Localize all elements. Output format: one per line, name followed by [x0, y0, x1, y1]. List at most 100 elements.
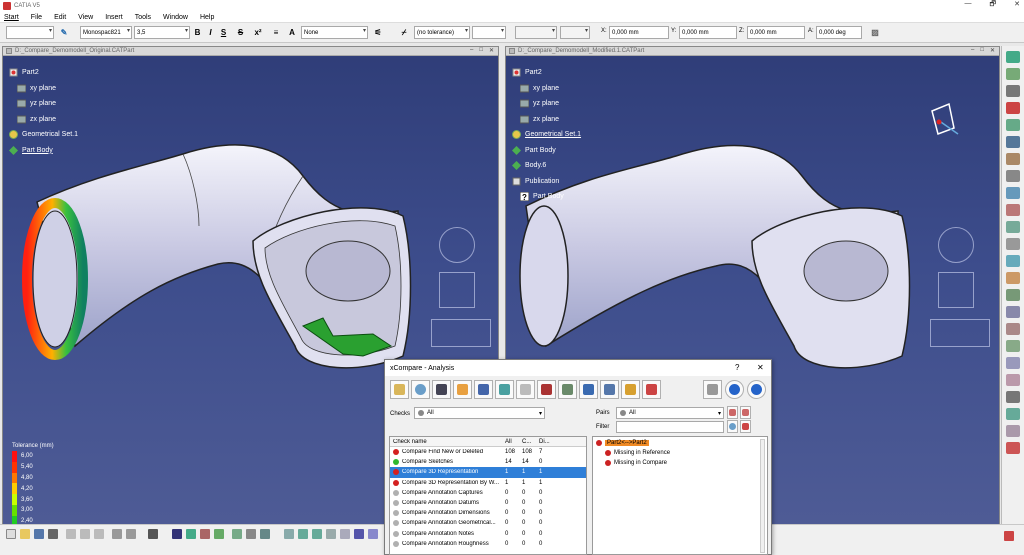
- fit-all-icon[interactable]: [246, 529, 256, 539]
- redo-icon[interactable]: [126, 529, 136, 539]
- dimension-properties-icon[interactable]: ⌿: [398, 26, 410, 39]
- tree-node-geometrical-set[interactable]: Geometrical Set.1: [9, 127, 78, 143]
- rotate-icon[interactable]: [284, 529, 294, 539]
- tree-node-part-body[interactable]: Part Body: [9, 143, 78, 159]
- restore-button[interactable]: 🗗: [990, 0, 997, 11]
- menu-view[interactable]: View: [78, 14, 93, 21]
- menu-file[interactable]: File: [31, 14, 42, 21]
- cut-icon[interactable]: [66, 529, 76, 539]
- frame-combo[interactable]: None ▾: [301, 26, 368, 39]
- filter-clear-button[interactable]: [740, 420, 751, 433]
- print-icon[interactable]: [48, 529, 58, 539]
- info-button[interactable]: [725, 380, 744, 399]
- screen-capture-tool[interactable]: [537, 380, 556, 399]
- table-row[interactable]: Compare Annotation Captures 0 0 0: [390, 488, 586, 498]
- isometric-view-icon[interactable]: [354, 529, 364, 539]
- tree-node-body-6[interactable]: Body.6: [512, 158, 581, 174]
- shell-icon[interactable]: [1006, 272, 1020, 284]
- fly-mode-icon[interactable]: [232, 529, 242, 539]
- cubes-tool[interactable]: [642, 380, 661, 399]
- y-field[interactable]: 0,000 mm: [679, 26, 737, 39]
- mirror-icon[interactable]: [1006, 323, 1020, 335]
- underline-button[interactable]: S: [219, 26, 228, 39]
- sketch-icon[interactable]: [1006, 68, 1020, 80]
- column-differences[interactable]: Di...: [537, 439, 554, 445]
- tree-node-xy-plane[interactable]: xy plane: [9, 81, 78, 97]
- hatch-pattern-icon[interactable]: ▨: [868, 26, 882, 39]
- dialog-help-button[interactable]: ?: [735, 363, 739, 372]
- tree-node-part[interactable]: Part2: [9, 65, 78, 81]
- hole-icon[interactable]: [1006, 170, 1020, 182]
- macro-icon[interactable]: [200, 529, 210, 539]
- groove-icon[interactable]: [1006, 153, 1020, 165]
- viewport-maximize-button[interactable]: □: [980, 47, 984, 54]
- symbol-icon[interactable]: ⚟: [372, 26, 384, 39]
- tree-node-yz-plane[interactable]: yz plane: [9, 96, 78, 112]
- whats-this-icon[interactable]: [148, 529, 158, 539]
- viewport-close-button[interactable]: ✕: [489, 47, 494, 54]
- book-tool[interactable]: [579, 380, 598, 399]
- z-field[interactable]: 0,000 mm: [747, 26, 805, 39]
- tree-node-zx-plane[interactable]: zx plane: [512, 112, 581, 128]
- minimize-button[interactable]: —: [965, 0, 972, 11]
- column-compared[interactable]: C...: [520, 439, 537, 445]
- pair-node-part2[interactable]: Part2<-->Part2: [596, 440, 649, 446]
- menu-insert[interactable]: Insert: [105, 14, 123, 21]
- tree-node-publication[interactable]: Publication: [512, 174, 581, 190]
- filter-search-button[interactable]: [727, 420, 738, 433]
- menu-help[interactable]: Help: [200, 14, 214, 21]
- tree-node-published-part-body[interactable]: ? Part Body: [512, 189, 581, 205]
- thickness-icon[interactable]: [1006, 289, 1020, 301]
- tolerance-combo[interactable]: (no tolerance) ▾: [414, 26, 470, 39]
- new-file-icon[interactable]: [6, 529, 16, 539]
- rib-icon[interactable]: [1006, 187, 1020, 199]
- font-size-combo[interactable]: 3,5 ▾: [134, 26, 190, 39]
- menu-edit[interactable]: Edit: [54, 14, 66, 21]
- table-row[interactable]: Compare Sketches 14 14 0: [390, 457, 586, 467]
- numerical-format-combo[interactable]: ▾: [515, 26, 557, 39]
- tree-node-zx-plane[interactable]: zx plane: [9, 112, 78, 128]
- style-combo[interactable]: ▾: [6, 26, 54, 39]
- edit-tool[interactable]: [474, 380, 493, 399]
- formula-icon[interactable]: [172, 529, 182, 539]
- tree-node-part-body[interactable]: Part Body: [512, 143, 581, 159]
- pairs-scrollbar[interactable]: [760, 439, 765, 553]
- pen-icon[interactable]: ✎: [58, 26, 70, 39]
- grid-tool[interactable]: [600, 380, 619, 399]
- tree-node-xy-plane[interactable]: xy plane: [512, 81, 581, 97]
- tree-node-part[interactable]: Part2: [512, 65, 581, 81]
- viewport-maximize-button[interactable]: □: [479, 47, 483, 54]
- viewport-minimize-button[interactable]: –: [470, 47, 473, 54]
- table-row[interactable]: Compare 3D Representation 1 1 1: [390, 467, 586, 478]
- pan-icon[interactable]: [260, 529, 270, 539]
- tag-tool[interactable]: [453, 380, 472, 399]
- menu-tools[interactable]: Tools: [135, 14, 151, 21]
- workbench-icon[interactable]: [1006, 51, 1020, 63]
- precision-combo[interactable]: ▾: [560, 26, 590, 39]
- viewport-close-button[interactable]: ✕: [990, 47, 995, 54]
- dialog-close-button[interactable]: ✕: [757, 363, 764, 372]
- select-arrow-icon[interactable]: [1006, 85, 1020, 97]
- fillet-icon[interactable]: [1006, 221, 1020, 233]
- font-combo[interactable]: Monospac821 ▾: [80, 26, 132, 39]
- pair-node-missing-in-compare[interactable]: Missing in Compare: [605, 460, 667, 466]
- pocket-icon[interactable]: [1006, 119, 1020, 131]
- close-window-button[interactable]: ✕: [1014, 0, 1020, 11]
- tree-filter-tool[interactable]: [390, 380, 409, 399]
- table-row[interactable]: Compare 3D Representation By W... 1 1 1: [390, 478, 586, 488]
- copy-icon[interactable]: [80, 529, 90, 539]
- checks-combo[interactable]: All ▾: [414, 407, 545, 419]
- table-row[interactable]: Compare Annotation Datums 0 0 0: [390, 498, 586, 508]
- tree-node-geometrical-set[interactable]: Geometrical Set.1: [512, 127, 581, 143]
- pattern-icon[interactable]: [1006, 340, 1020, 352]
- zoom-out-icon[interactable]: [312, 529, 322, 539]
- column-check-name[interactable]: Check name: [390, 439, 503, 445]
- undo-icon[interactable]: [112, 529, 122, 539]
- inspect-tool[interactable]: [432, 380, 451, 399]
- annotation-icon[interactable]: [1006, 391, 1020, 403]
- chamfer-icon[interactable]: [1006, 238, 1020, 250]
- settings-tool[interactable]: [703, 380, 722, 399]
- zoom-in-icon[interactable]: [298, 529, 308, 539]
- scale-icon[interactable]: [1006, 357, 1020, 369]
- table-row[interactable]: Compare Annotation Notes 0 0 0: [390, 529, 586, 539]
